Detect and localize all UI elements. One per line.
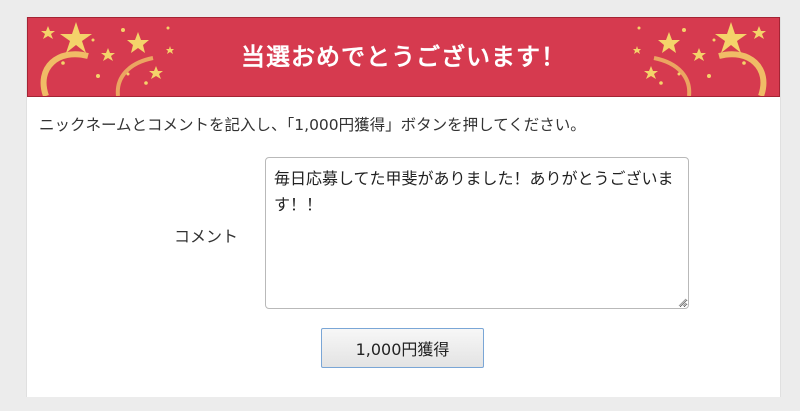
resize-handle-icon[interactable] [677, 297, 687, 307]
instruction-text: ニックネームとコメントを記入し、「1,000円獲得」ボタンを押してください。 [39, 116, 586, 134]
comment-textarea[interactable]: 毎日応募してた甲斐がありました！ありがとうございます！！ [265, 157, 689, 309]
comment-label: コメント [174, 227, 239, 246]
claim-reward-button[interactable]: 1,000円獲得 [321, 328, 484, 368]
banner-title: 当選おめでとうございます！ [241, 43, 566, 71]
congratulations-banner: 当選おめでとうございます！ [27, 17, 780, 97]
prize-panel: 当選おめでとうございます！ ニックネームとコメントを記入し、「1,000円獲得」… [26, 17, 781, 397]
